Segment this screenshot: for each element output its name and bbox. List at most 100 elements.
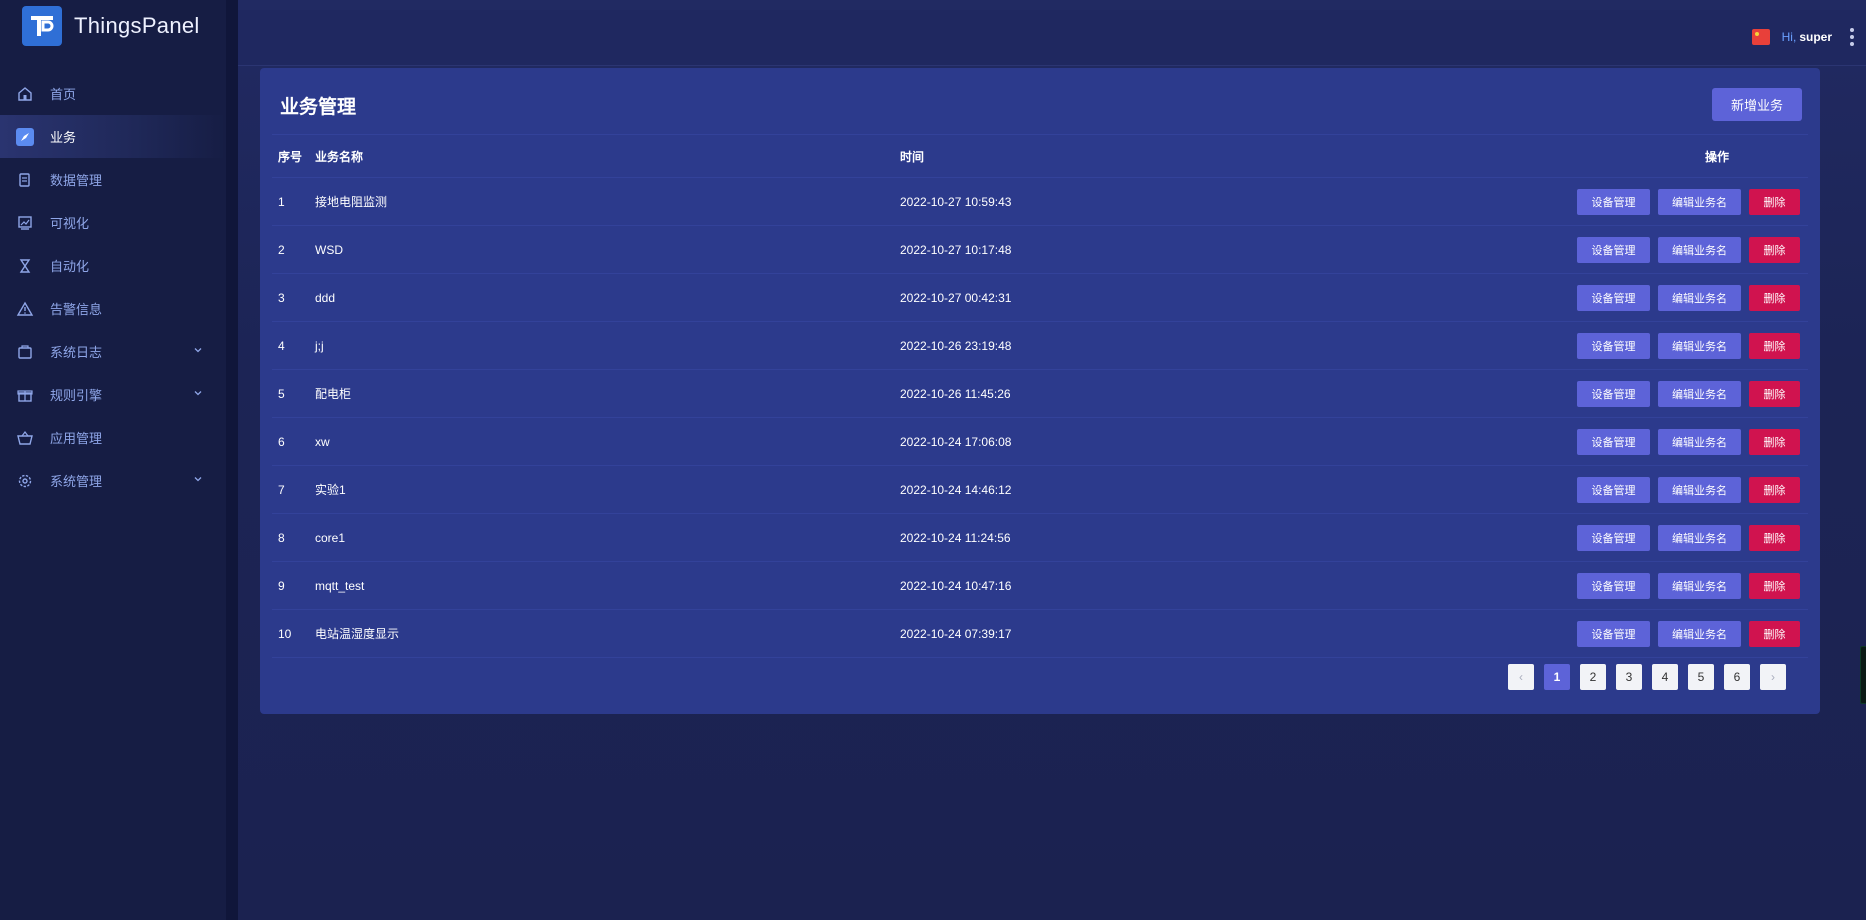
device-management-button[interactable]: 设备管理 [1577, 284, 1650, 311]
delete-button[interactable]: 删除 [1749, 380, 1800, 407]
table-row: 5 配电柜 2022-10-26 11:45:26 设备管理 编辑业务名 删除 [272, 370, 1808, 418]
sidebar-item-label: 系统日志 [50, 345, 103, 360]
sidebar-item-6[interactable]: 系统日志 [0, 330, 226, 373]
edit-business-name-button[interactable]: 编辑业务名 [1658, 188, 1741, 215]
sidebar: ThingsPanel 首页业务 数据管理可视化自动化告警信息系统日志规则引擎 应用… [0, 0, 238, 920]
top-bar: Hi, super [238, 10, 1866, 66]
page-button-4[interactable]: 4 [1652, 664, 1678, 690]
table-body: 1 接地电阻监测 2022-10-27 10:59:43 设备管理 编辑业务名 删除 2 WS… [272, 178, 1808, 658]
row-business-name: 配电柜 [315, 387, 352, 401]
device-management-button[interactable]: 设备管理 [1577, 428, 1650, 455]
row-business-name: 电站温湿度显示 [315, 627, 400, 641]
delete-button[interactable]: 删除 [1749, 524, 1800, 551]
delete-button[interactable]: 删除 [1749, 332, 1800, 359]
app-root: ThingsPanel 首页业务 数据管理可视化自动化告警信息系统日志规则引擎 应用… [0, 0, 1866, 920]
delete-button[interactable]: 删除 [1749, 284, 1800, 311]
edit-business-name-button[interactable]: 编辑业务名 [1658, 428, 1741, 455]
device-management-button[interactable]: 设备管理 [1577, 188, 1650, 215]
delete-button[interactable]: 删除 [1749, 188, 1800, 215]
thingspanel-logo-icon [22, 6, 62, 46]
edit-business-name-button[interactable]: 编辑业务名 [1658, 332, 1741, 359]
sidebar-item-9[interactable]: 系统管理 [0, 459, 226, 502]
column-header-time: 时间 [900, 149, 925, 164]
row-index: 10 [278, 626, 292, 641]
home-icon [16, 85, 34, 103]
device-management-button[interactable]: 设备管理 [1577, 236, 1650, 263]
chevron-down-icon[interactable] [192, 473, 204, 485]
chevron-down-icon[interactable] [192, 344, 204, 356]
edit-business-name-button[interactable]: 编辑业务名 [1658, 284, 1741, 311]
chevron-down-icon[interactable] [192, 387, 204, 399]
chart-icon [16, 214, 34, 232]
page-button-2[interactable]: 2 [1580, 664, 1606, 690]
logo[interactable]: ThingsPanel [0, 0, 226, 52]
row-index: 6 [278, 434, 285, 449]
page-button-5[interactable]: 5 [1688, 664, 1714, 690]
edit-business-name-button[interactable]: 编辑业务名 [1658, 380, 1741, 407]
row-actions: 设备管理 编辑业务名 删除 [1380, 572, 1808, 599]
table-row: 9 mqtt_test 2022-10-24 10:47:16 设备管理 编辑业务名 删除 [272, 562, 1808, 610]
table-row: 2 WSD 2022-10-27 10:17:48 设备管理 编辑业务名 删除 [272, 226, 1808, 274]
sidebar-item-label: 首页 [50, 87, 77, 102]
sidebar-item-3[interactable]: 可视化 [0, 201, 226, 244]
sidebar-item-0[interactable]: 首页 [0, 72, 226, 115]
row-actions: 设备管理 编辑业务名 删除 [1380, 524, 1808, 551]
page-button-6[interactable]: 6 [1724, 664, 1750, 690]
basket-icon [16, 429, 34, 447]
sidebar-item-label: 告警信息 [50, 302, 103, 317]
more-menu-icon[interactable] [1850, 28, 1854, 46]
page-button-1[interactable]: 1 [1544, 664, 1570, 690]
sidebar-item-4[interactable]: 自动化 [0, 244, 226, 287]
device-management-button[interactable]: 设备管理 [1577, 620, 1650, 647]
row-business-name: 接地电阻监测 [315, 195, 388, 209]
gear-icon [16, 472, 34, 490]
delete-button[interactable]: 删除 [1749, 572, 1800, 599]
row-index: 1 [278, 194, 285, 209]
row-index: 7 [278, 482, 285, 497]
device-management-button[interactable]: 设备管理 [1577, 380, 1650, 407]
add-business-button[interactable]: 新增业务 [1712, 88, 1802, 121]
business-card: 业务管理 新增业务 序号 业务名称 时间 操作 1 接地电阻监测 2022-10-2… [260, 68, 1820, 714]
row-time: 2022-10-24 07:39:17 [900, 626, 1012, 641]
delete-button[interactable]: 删除 [1749, 620, 1800, 647]
edit-business-name-button[interactable]: 编辑业务名 [1658, 236, 1741, 263]
sidebar-item-2[interactable]: 数据管理 [0, 158, 226, 201]
row-time: 2022-10-27 10:59:43 [900, 194, 1012, 209]
next-page-button[interactable]: › [1760, 664, 1786, 690]
log-icon [16, 343, 34, 361]
edit-business-name-button[interactable]: 编辑业务名 [1658, 524, 1741, 551]
edit-business-name-button[interactable]: 编辑业务名 [1658, 620, 1741, 647]
sidebar-item-1[interactable]: 业务 [0, 115, 226, 158]
sidebar-item-7[interactable]: 规则引擎 [0, 373, 226, 416]
sidebar-item-label: 可视化 [50, 216, 90, 231]
row-business-name: core1 [315, 530, 346, 545]
table-row: 7 实验1 2022-10-24 14:46:12 设备管理 编辑业务名 删除 [272, 466, 1808, 514]
edit-business-name-button[interactable]: 编辑业务名 [1658, 572, 1741, 599]
edit-business-name-button[interactable]: 编辑业务名 [1658, 476, 1741, 503]
sidebar-item-5[interactable]: 告警信息 [0, 287, 226, 330]
device-management-button[interactable]: 设备管理 [1577, 332, 1650, 359]
delete-button[interactable]: 删除 [1749, 476, 1800, 503]
row-index: 4 [278, 338, 285, 353]
greeting: Hi, [1781, 30, 1797, 44]
delete-button[interactable]: 删除 [1749, 428, 1800, 455]
side-scroll-handle[interactable] [1860, 646, 1866, 704]
row-index: 9 [278, 578, 285, 593]
business-table: 序号 业务名称 时间 操作 1 接地电阻监测 2022-10-27 10:59:43… [272, 134, 1808, 658]
china-flag-icon[interactable] [1751, 29, 1770, 45]
device-management-button[interactable]: 设备管理 [1577, 572, 1650, 599]
sidebar-item-label: 系统管理 [50, 474, 103, 489]
row-actions: 设备管理 编辑业务名 删除 [1380, 188, 1808, 215]
device-management-button[interactable]: 设备管理 [1577, 524, 1650, 551]
device-management-button[interactable]: 设备管理 [1577, 476, 1650, 503]
row-actions: 设备管理 编辑业务名 删除 [1380, 476, 1808, 503]
sidebar-item-8[interactable]: 应用管理 [0, 416, 226, 459]
row-actions: 设备管理 编辑业务名 删除 [1380, 332, 1808, 359]
page-button-3[interactable]: 3 [1616, 664, 1642, 690]
username[interactable]: super [1799, 30, 1832, 44]
prev-page-button[interactable]: ‹ [1508, 664, 1534, 690]
row-actions: 设备管理 编辑业务名 删除 [1380, 284, 1808, 311]
hourglass-icon [16, 257, 34, 275]
user-area: Hi, super [1751, 28, 1854, 46]
delete-button[interactable]: 删除 [1749, 236, 1800, 263]
